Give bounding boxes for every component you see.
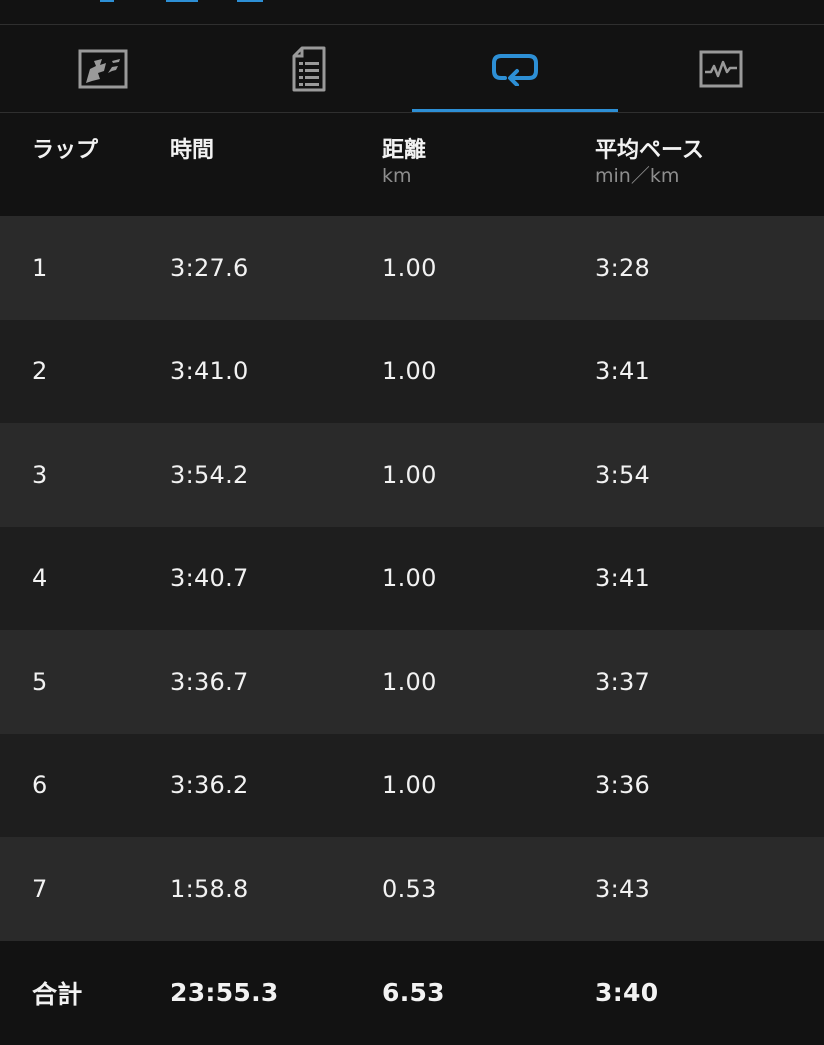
header-distance-unit: km <box>382 165 412 187</box>
lap-distance: 1.00 <box>382 564 437 593</box>
header-pace: 平均ペース min／km <box>595 137 704 187</box>
lap-pace: 3:28 <box>595 253 651 282</box>
chart-icon <box>699 50 743 88</box>
tab-charts[interactable] <box>618 25 824 112</box>
lap-time: 3:36.7 <box>170 667 249 696</box>
total-pace: 3:40 <box>595 978 659 1007</box>
lap-number: 3 <box>32 460 48 489</box>
lap-pace: 3:43 <box>595 874 651 903</box>
header-pace-label: 平均ペース <box>595 138 704 163</box>
header-distance-label: 距離 <box>382 138 427 163</box>
table-header: ラップ 時間 距離 km 平均ペース min／km <box>0 113 824 216</box>
table-row[interactable]: 4 3:40.7 1.00 3:41 <box>0 526 824 630</box>
lap-number: 7 <box>32 874 48 903</box>
header-lap: ラップ <box>32 138 99 163</box>
table-row[interactable]: 7 1:58.8 0.53 3:43 <box>0 837 824 941</box>
cut-off-icon-fragment <box>237 0 263 2</box>
lap-number: 4 <box>32 564 48 593</box>
lap-time: 1:58.8 <box>170 874 249 903</box>
lap-pace: 3:36 <box>595 771 651 800</box>
lap-time: 3:41.0 <box>170 357 249 386</box>
table-row[interactable]: 2 3:41.0 1.00 3:41 <box>0 319 824 423</box>
lap-number: 5 <box>32 667 48 696</box>
total-label: 合計 <box>32 979 83 1009</box>
lap-distance: 1.00 <box>382 667 437 696</box>
lap-pace: 3:54 <box>595 460 651 489</box>
lap-distance: 1.00 <box>382 253 437 282</box>
lap-number: 6 <box>32 771 48 800</box>
total-row: 合計 23:55.3 6.53 3:40 <box>0 940 824 1045</box>
header-time: 時間 <box>170 138 215 163</box>
tab-details[interactable] <box>206 25 412 112</box>
total-distance: 6.53 <box>382 978 445 1007</box>
laps-loop-icon <box>491 52 539 86</box>
map-icon <box>78 49 128 89</box>
header-distance: 距離 km <box>382 137 426 187</box>
lap-time: 3:54.2 <box>170 460 249 489</box>
cut-off-icon-fragment <box>166 0 198 2</box>
lap-time: 3:27.6 <box>170 253 249 282</box>
lap-number: 1 <box>32 253 48 282</box>
tab-bar <box>0 25 824 113</box>
lap-time: 3:40.7 <box>170 564 249 593</box>
lap-time: 3:36.2 <box>170 771 249 800</box>
lap-distance: 1.00 <box>382 357 437 386</box>
table-row[interactable]: 1 3:27.6 1.00 3:28 <box>0 216 824 320</box>
cut-off-icon-fragment <box>100 0 114 2</box>
lap-number: 2 <box>32 357 48 386</box>
lap-pace: 3:41 <box>595 357 651 386</box>
lap-distance: 1.00 <box>382 771 437 800</box>
laps-table: ラップ 時間 距離 km 平均ペース min／km 1 3:27.6 1.00 … <box>0 113 824 1045</box>
table-row[interactable]: 3 3:54.2 1.00 3:54 <box>0 423 824 527</box>
table-row[interactable]: 5 3:36.7 1.00 3:37 <box>0 630 824 734</box>
tab-laps[interactable] <box>412 25 618 112</box>
header-pace-unit: min／km <box>595 165 680 187</box>
lap-pace: 3:41 <box>595 564 651 593</box>
tab-map[interactable] <box>0 25 206 112</box>
lap-pace: 3:37 <box>595 667 651 696</box>
total-time: 23:55.3 <box>170 978 279 1007</box>
top-strip <box>0 0 824 25</box>
table-row[interactable]: 6 3:36.2 1.00 3:36 <box>0 733 824 837</box>
document-list-icon <box>291 46 327 92</box>
lap-distance: 0.53 <box>382 874 437 903</box>
lap-distance: 1.00 <box>382 460 437 489</box>
